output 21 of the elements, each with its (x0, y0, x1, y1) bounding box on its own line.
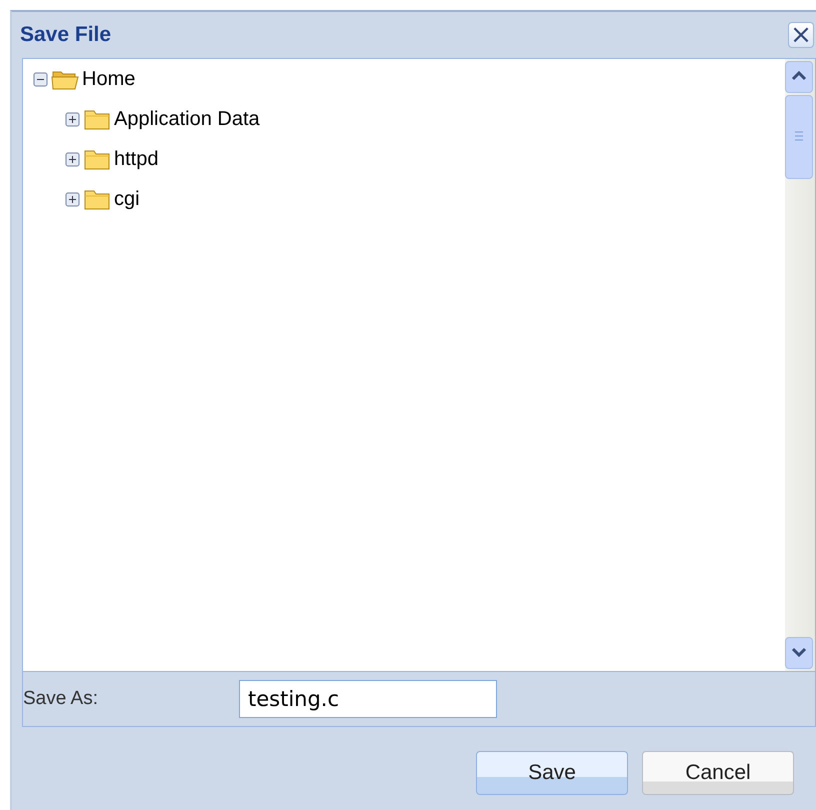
folder-label[interactable]: Application Data (114, 108, 260, 130)
scrollbar[interactable] (785, 59, 815, 671)
expand-icon[interactable] (65, 192, 80, 206)
folder-label[interactable]: httpd (114, 148, 158, 170)
save-as-label: Save As: (23, 688, 99, 710)
folder-icon (83, 108, 111, 130)
expand-icon[interactable] (65, 112, 80, 126)
scroll-down-icon[interactable] (785, 637, 813, 669)
folder-label[interactable]: cgi (114, 188, 140, 210)
dialog-title: Save File (20, 23, 112, 47)
scroll-up-icon[interactable] (785, 61, 813, 93)
file-name-field[interactable]: testing.c (239, 680, 497, 718)
close-button[interactable]: × (788, 22, 814, 48)
folder-icon (83, 188, 111, 210)
expand-icon[interactable] (65, 152, 80, 166)
scroll-thumb[interactable] (785, 95, 813, 179)
cancel-button[interactable]: Cancel (642, 751, 794, 795)
folder-label[interactable]: Home (82, 68, 136, 90)
save-button[interactable]: Save (476, 751, 628, 795)
folder-icon (83, 148, 111, 170)
collapse-icon[interactable] (33, 72, 48, 86)
